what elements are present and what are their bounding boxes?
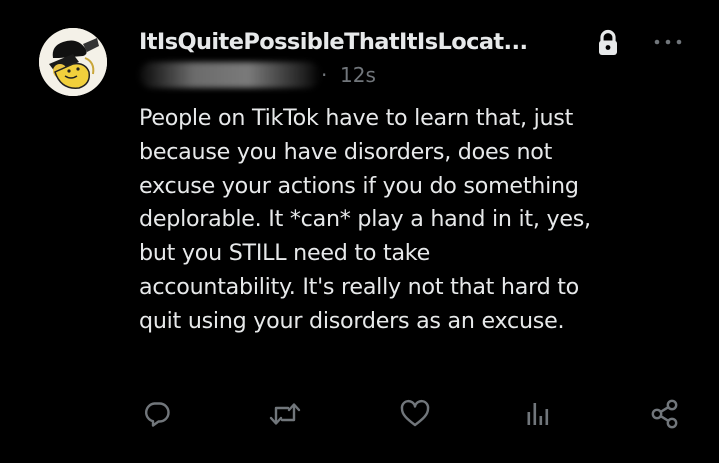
heart-icon: [400, 399, 430, 427]
avatar-image: [39, 28, 107, 96]
more-options-icon[interactable]: [649, 31, 687, 53]
meta-separator: ·: [321, 63, 328, 87]
reply-button[interactable]: [139, 396, 175, 432]
views-button[interactable]: [519, 396, 555, 432]
repost-button[interactable]: [267, 396, 303, 432]
like-button[interactable]: [397, 396, 433, 432]
tweet-text-line: excuse your actions if you do something: [139, 172, 579, 199]
redacted-handle: [139, 62, 321, 88]
tweet-text-line: accountability. It's really not that har…: [139, 273, 579, 300]
tweet-meta: · 12s: [139, 60, 439, 90]
action-bar: [139, 396, 699, 436]
tweet-text-line: quit using your disorders as an excuse.: [139, 307, 565, 334]
share-icon: [651, 399, 678, 429]
tweet-text-line: because you have disorders, does not: [139, 138, 553, 165]
display-name[interactable]: ItIsQuitePossibleThatItIsLocat...: [139, 27, 528, 57]
tweet-body: People on TikTok have to learn that, jus…: [139, 102, 699, 339]
tweet-text-line: but you STILL need to take: [139, 240, 431, 267]
analytics-icon: [527, 403, 549, 425]
avatar[interactable]: [39, 28, 107, 96]
tweet-header: ItIsQuitePossibleThatItIsLocat...: [139, 27, 699, 61]
repost-icon: [269, 403, 301, 425]
timestamp[interactable]: 12s: [340, 60, 376, 90]
tweet-text-line: People on TikTok have to learn that, jus…: [139, 105, 574, 131]
reply-icon: [145, 402, 170, 427]
tweet-card[interactable]: ItIsQuitePossibleThatItIsLocat... · 12s …: [0, 0, 719, 463]
share-button[interactable]: [647, 396, 683, 432]
lock-icon: [599, 29, 617, 55]
tweet-text-line: deplorable. It *can* play a hand in it, …: [139, 206, 591, 233]
